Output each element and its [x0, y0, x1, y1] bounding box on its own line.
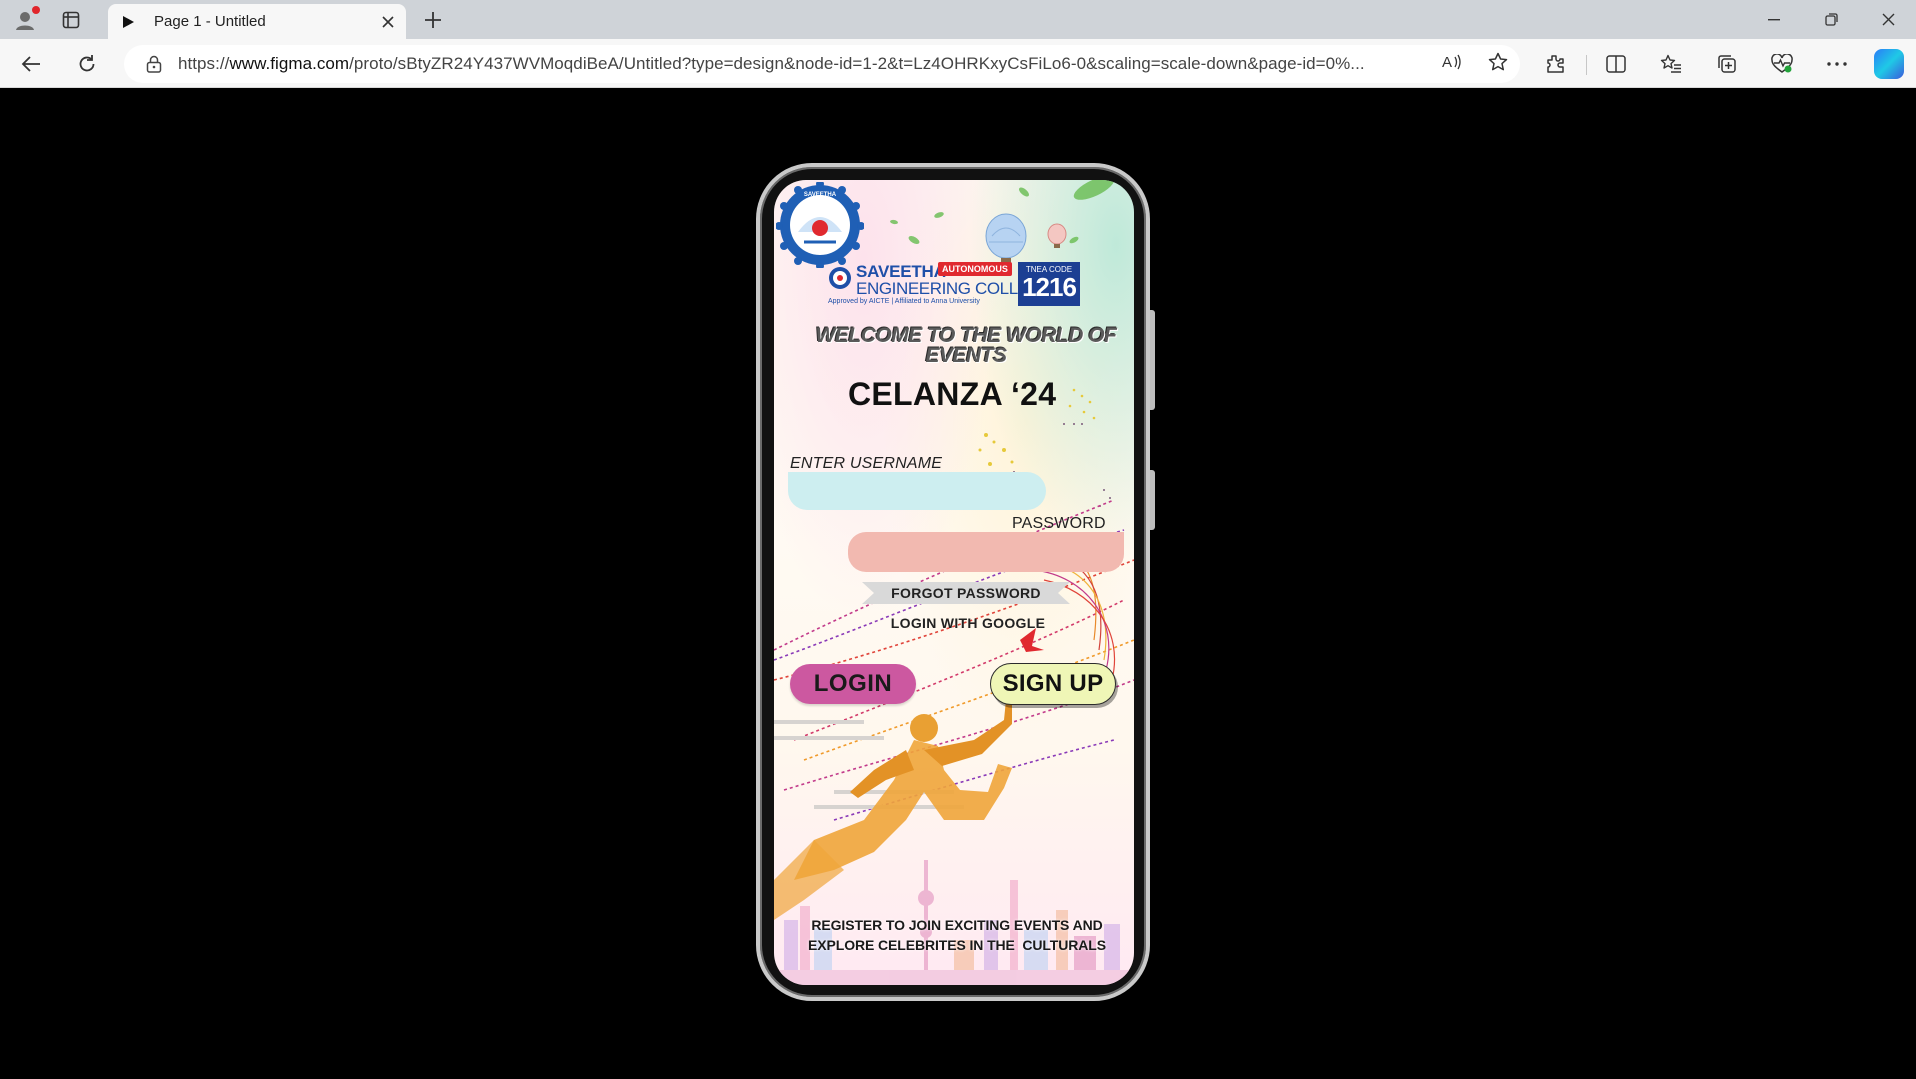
- svg-text:A: A: [1442, 54, 1452, 71]
- window-close-icon[interactable]: [1860, 0, 1916, 39]
- welcome-heading: WELCOME TO THE WORLD OF EVENTS: [815, 324, 1117, 367]
- collections-icon[interactable]: [1710, 47, 1744, 81]
- password-input[interactable]: [848, 532, 1124, 572]
- close-icon[interactable]: [374, 8, 402, 36]
- refresh-icon[interactable]: [70, 47, 104, 81]
- seal-text: SAVEETHA: [804, 192, 837, 198]
- forgot-password-text: FORGOT PASSWORD: [891, 585, 1041, 601]
- hot-air-balloon: [985, 213, 1067, 264]
- favorites-icon[interactable]: [1654, 47, 1688, 81]
- footer-line-1: REGISTER TO JOIN EXCITING EVENTS AND: [811, 917, 1103, 933]
- url-prefix: https://: [178, 54, 230, 73]
- tab-actions-icon[interactable]: [56, 7, 86, 33]
- url-path: /proto/sBtyZR24Y437WVMoqdiBeA/Untitled?t…: [349, 54, 1365, 73]
- username-input[interactable]: [788, 472, 1046, 510]
- minimize-icon[interactable]: [1746, 0, 1802, 39]
- restore-icon[interactable]: [1803, 0, 1859, 39]
- footer-tagline: REGISTER TO JOIN EXCITING EVENTS AND EXP…: [794, 915, 1120, 955]
- favorite-star-icon[interactable]: [1488, 52, 1508, 77]
- tnea-code-box: TNEA CODE 1216: [1018, 262, 1080, 306]
- runner-illustration: [774, 698, 1012, 920]
- event-title: CELANZA ‘24: [848, 376, 1057, 412]
- login-button[interactable]: LOGIN: [790, 664, 916, 704]
- tab-strip: Page 1 - Untitled: [0, 0, 1916, 39]
- url-domain: www.figma.com: [229, 54, 350, 73]
- phone-power-button: [1150, 470, 1155, 530]
- read-aloud-icon[interactable]: A: [1442, 53, 1462, 76]
- phone-volume-button: [1150, 310, 1155, 410]
- navigation-bar: https://www.figma.com/proto/sBtyZR24Y437…: [0, 39, 1916, 88]
- login-with-google-link[interactable]: LOGIN WITH GOOGLE: [868, 608, 1068, 638]
- username-label: ENTER USERNAME: [790, 455, 943, 472]
- url-text[interactable]: https://www.figma.com/proto/sBtyZR24Y437…: [178, 54, 1418, 74]
- copilot-icon[interactable]: [1874, 49, 1904, 79]
- more-icon[interactable]: [1820, 47, 1854, 81]
- notification-dot: [32, 6, 40, 14]
- back-icon[interactable]: [14, 47, 48, 81]
- address-bar[interactable]: https://www.figma.com/proto/sBtyZR24Y437…: [124, 45, 1520, 83]
- play-icon: [120, 14, 136, 30]
- signup-button[interactable]: SIGN UP: [990, 663, 1116, 705]
- browser-essentials-icon[interactable]: [1765, 47, 1799, 81]
- college-approval-text: Approved by AICTE | Affiliated to Anna U…: [828, 298, 980, 305]
- app-screen: SAVEETHA SAVEETHA AUTONOMOUS ENGINEERING…: [774, 180, 1134, 985]
- college-seal-logo: SAVEETHA: [776, 182, 864, 268]
- password-label: PASSWORD: [1012, 515, 1106, 532]
- active-tab[interactable]: Page 1 - Untitled: [108, 4, 406, 39]
- footer-line-2: EXPLORE CELEBRITES IN THE CULTURALS: [808, 937, 1106, 953]
- toolbar-divider: [1586, 55, 1587, 75]
- tab-title: Page 1 - Untitled: [154, 13, 266, 30]
- autonomous-badge: AUTONOMOUS: [938, 262, 1012, 276]
- lock-icon[interactable]: [146, 55, 162, 73]
- split-screen-icon[interactable]: [1599, 47, 1633, 81]
- new-tab-icon[interactable]: [418, 5, 448, 35]
- college-emblem-icon: [829, 267, 851, 289]
- forgot-password-link[interactable]: FORGOT PASSWORD: [862, 578, 1070, 608]
- tnea-code: 1216: [1022, 272, 1077, 302]
- extensions-icon[interactable]: [1538, 47, 1572, 81]
- college-banner: SAVEETHA AUTONOMOUS ENGINEERING COLLEGE …: [822, 260, 1080, 312]
